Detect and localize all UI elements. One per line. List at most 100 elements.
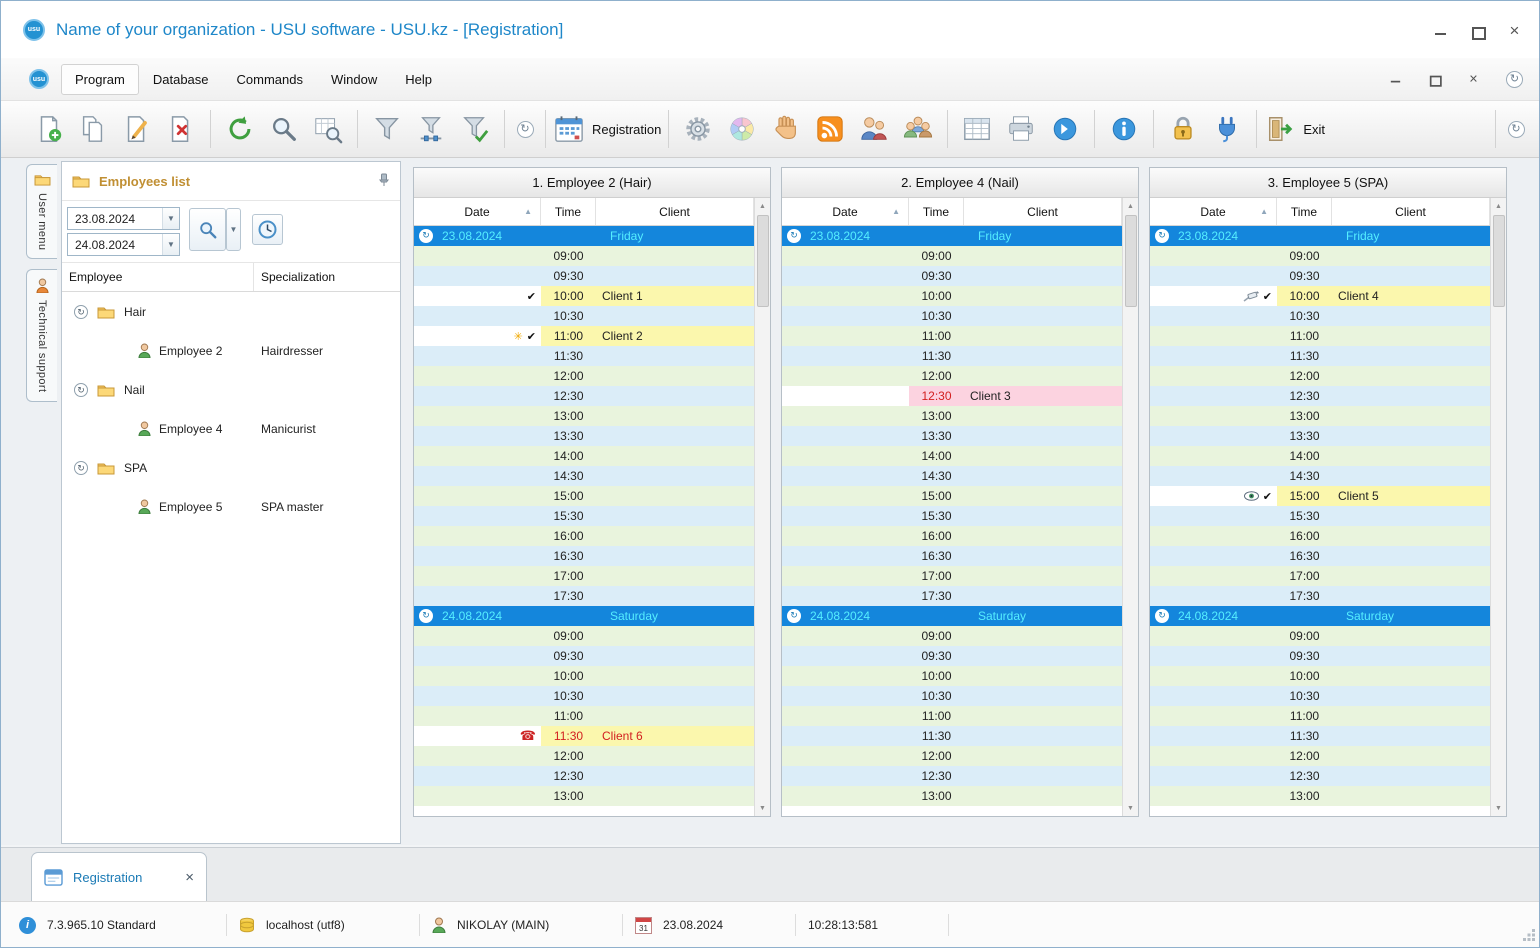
tab-close-icon[interactable]: × [185,869,194,886]
delete-record-button[interactable] [159,106,203,152]
column-header-date[interactable]: Date ▲ [1150,198,1277,225]
time-slot-row[interactable]: 12:30 Client 3 [782,386,1122,406]
appearance-button[interactable] [720,106,764,152]
column-header-time[interactable]: Time [1277,198,1332,225]
pin-icon[interactable] [377,173,390,189]
time-slot-row[interactable]: 16:00 [414,526,754,546]
employee-group-row[interactable]: ↻ Nail [62,370,400,409]
time-slot-row[interactable]: 11:30 [782,346,1122,366]
news-feed-button[interactable] [808,106,852,152]
navigate-next-button[interactable] [1043,106,1087,152]
resize-grip[interactable] [1523,929,1536,945]
info-icon[interactable]: i [19,916,36,934]
time-slot-row[interactable]: 10:00 [414,666,754,686]
time-slot-row[interactable]: 09:00 [1150,626,1490,646]
time-slot-row[interactable]: 09:00 [782,626,1122,646]
time-slot-row[interactable]: ✔ 15:00 Client 5 [1150,486,1490,506]
time-slot-row[interactable]: 10:30 [1150,306,1490,326]
search-button[interactable] [262,106,306,152]
time-slot-row[interactable]: 09:00 [414,246,754,266]
time-slot-row[interactable]: 10:30 [414,686,754,706]
mdi-close-button[interactable]: × [1468,71,1479,85]
time-slot-row[interactable]: 12:00 [414,746,754,766]
time-slot-row[interactable]: 13:00 [782,786,1122,806]
chevron-down-icon[interactable]: ▼ [162,234,179,255]
time-slot-row[interactable]: 10:30 [414,306,754,326]
date-header-row[interactable]: ↻ 24.08.2024 Saturday [414,606,754,626]
search-options-dropdown[interactable]: ▼ [226,208,241,251]
time-slot-row[interactable]: 15:30 [1150,506,1490,526]
search-in-table-button[interactable] [306,106,350,152]
column-header-employee[interactable]: Employee [62,263,254,291]
time-slot-row[interactable]: 12:30 [414,766,754,786]
time-slot-row[interactable]: 14:30 [1150,466,1490,486]
time-slot-row[interactable]: 15:30 [782,506,1122,526]
scrollbar-thumb[interactable] [1124,215,1137,307]
column-header-date[interactable]: Date ▲ [782,198,909,225]
date-header-row[interactable]: ↻ 24.08.2024 Saturday [1150,606,1490,626]
time-slot-row[interactable]: 11:00 [414,706,754,726]
column-header-specialization[interactable]: Specialization [254,270,335,284]
time-slot-row[interactable]: 13:30 [1150,426,1490,446]
print-button[interactable] [999,106,1043,152]
time-slot-row[interactable]: 17:30 [414,586,754,606]
employee-row[interactable]: Employee 4 Manicurist [62,409,400,448]
scrollbar-thumb[interactable] [1492,215,1505,307]
time-slot-row[interactable]: 11:30 [1150,346,1490,366]
scroll-up-button[interactable]: ▲ [1491,198,1506,214]
scroll-up-button[interactable]: ▲ [755,198,770,214]
time-slot-row[interactable]: 13:00 [1150,406,1490,426]
mdi-restore-button[interactable] [1429,74,1442,87]
collapse-icon[interactable]: ↻ [787,229,801,243]
time-slot-row[interactable]: 11:00 [1150,326,1490,346]
time-slot-row[interactable]: 17:00 [414,566,754,586]
time-slot-row[interactable]: 12:00 [1150,366,1490,386]
time-slot-row[interactable]: 14:30 [782,466,1122,486]
copy-record-button[interactable] [71,106,115,152]
date-header-row[interactable]: ↻ 23.08.2024 Friday [414,226,754,246]
time-slot-row[interactable]: 11:00 [782,706,1122,726]
scroll-down-button[interactable]: ▼ [755,800,770,816]
time-slot-row[interactable]: 09:30 [414,646,754,666]
scrollbar-thumb[interactable] [756,215,769,307]
employee-group-row[interactable]: ↻ Hair [62,292,400,331]
time-slot-row[interactable]: 09:00 [1150,246,1490,266]
time-slot-row[interactable]: 12:00 [782,746,1122,766]
employee-group-row[interactable]: ↻ SPA [62,448,400,487]
refresh-button[interactable] [218,106,262,152]
collapse-icon[interactable]: ↻ [419,609,433,623]
menu-database[interactable]: Database [139,64,223,95]
time-slot-row[interactable]: 15:00 [414,486,754,506]
collapse-icon[interactable]: ↻ [787,609,801,623]
time-slot-row[interactable]: 10:00 [782,666,1122,686]
edit-record-button[interactable] [115,106,159,152]
group-management-button[interactable] [896,106,940,152]
time-slot-row[interactable]: 13:00 [1150,786,1490,806]
time-slot-row[interactable]: 12:00 [782,366,1122,386]
time-slot-row[interactable]: 09:00 [782,246,1122,266]
time-slot-row[interactable]: 09:30 [414,266,754,286]
lock-button[interactable] [1161,106,1205,152]
date-from-select[interactable]: 23.08.2024 ▼ [67,207,180,230]
time-slot-row[interactable]: 14:00 [1150,446,1490,466]
scroll-up-button[interactable]: ▲ [1123,198,1138,214]
time-slot-row[interactable]: 16:30 [782,546,1122,566]
scroll-down-button[interactable]: ▼ [1123,800,1138,816]
filter-settings-button[interactable] [409,106,453,152]
tab-registration[interactable]: Registration × [31,852,207,902]
time-slot-row[interactable]: 12:30 [1150,386,1490,406]
column-header-time[interactable]: Time [909,198,964,225]
time-slot-row[interactable]: 16:00 [1150,526,1490,546]
add-record-button[interactable] [27,106,71,152]
time-slot-row[interactable]: 13:30 [782,426,1122,446]
settings-button[interactable] [676,106,720,152]
table-view-button[interactable] [955,106,999,152]
menu-help[interactable]: Help [391,64,446,95]
tab-user-menu[interactable]: User menu [26,164,57,260]
registration-button[interactable]: Registration [553,106,661,152]
time-slot-row[interactable]: 17:00 [1150,566,1490,586]
more-commands-button[interactable]: ↻ [1503,106,1529,152]
date-to-select[interactable]: 24.08.2024 ▼ [67,233,180,256]
vertical-scrollbar[interactable]: ▲ ▼ [1490,198,1506,816]
time-slot-row[interactable]: 17:30 [782,586,1122,606]
